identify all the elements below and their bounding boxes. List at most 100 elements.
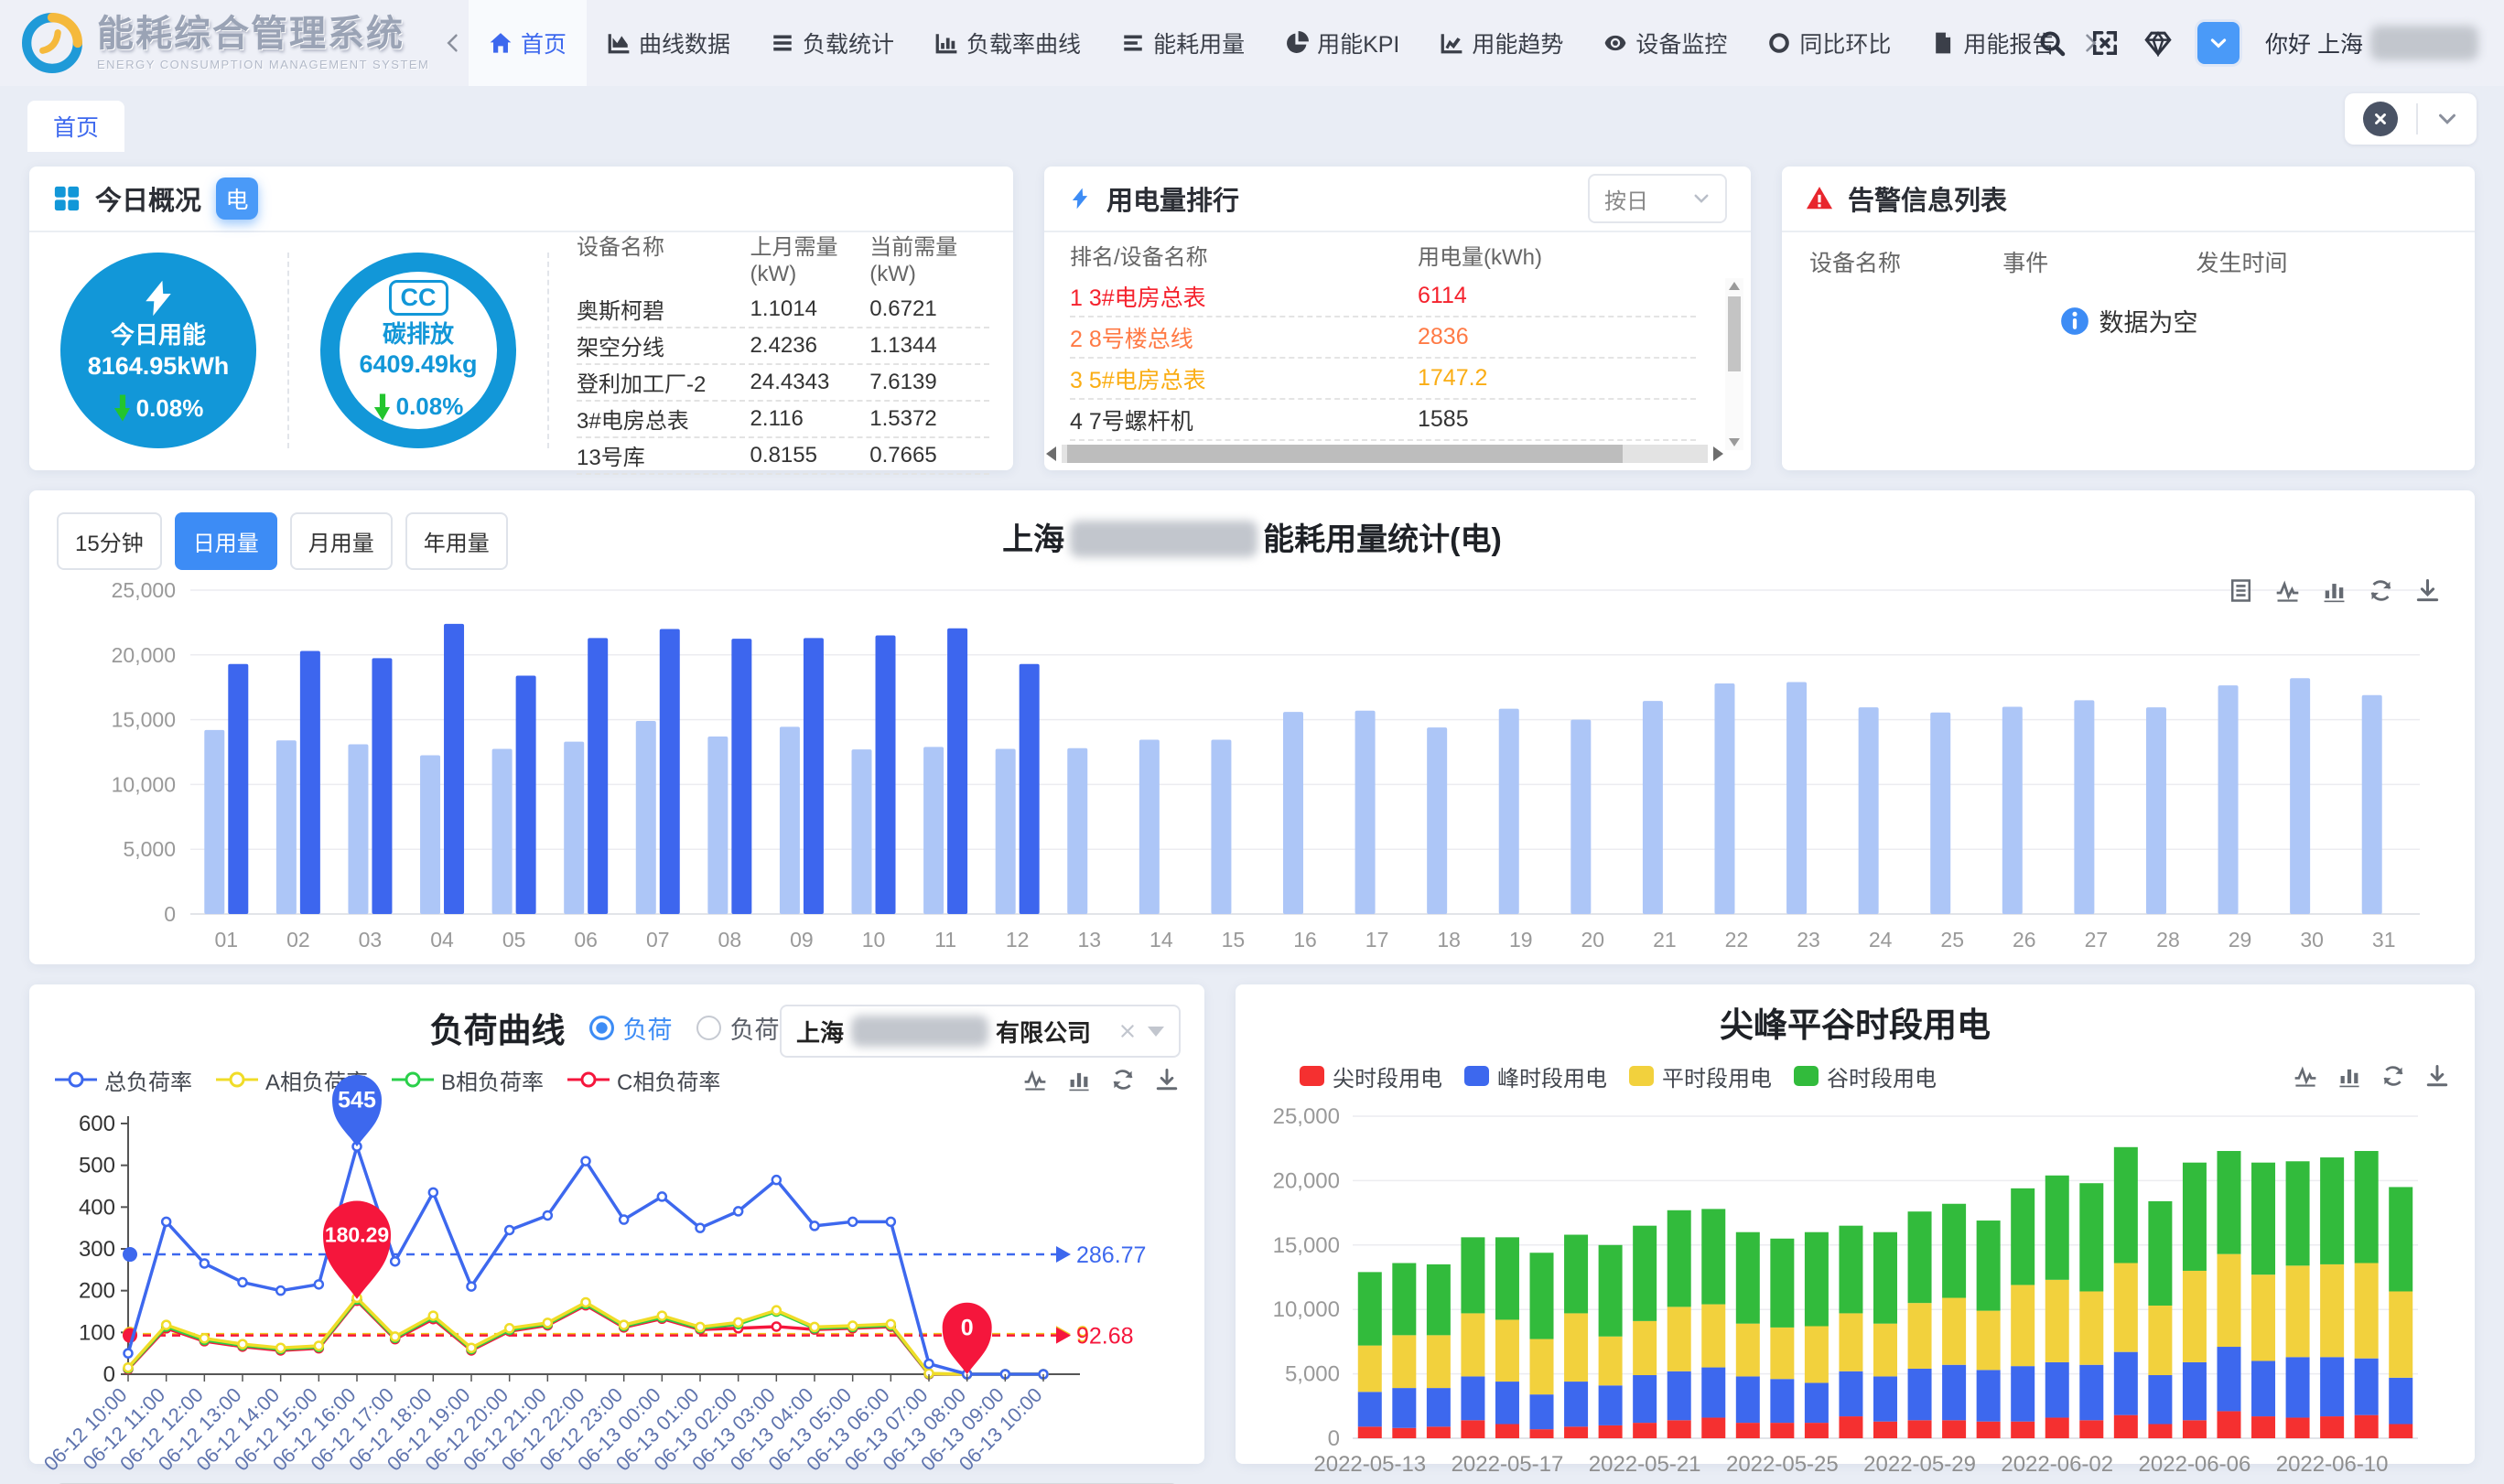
user-greeting: 你好 上海 [2265, 26, 2478, 60]
legend-item[interactable]: C相负荷率 [567, 1064, 720, 1096]
svg-text:26: 26 [2013, 928, 2036, 952]
svg-text:300: 300 [79, 1237, 115, 1262]
nav-item-trend[interactable]: 用能趋势 [1419, 0, 1583, 86]
energy-usage-chart-card: 15分钟日用量月用量年用量 上海能耗用量统计(电) 05,00010,00015… [29, 490, 2475, 964]
svg-text:23: 23 [1797, 928, 1820, 952]
horizontal-scrollbar[interactable] [1046, 443, 1723, 465]
legend-item[interactable]: 尖时段用电 [1300, 1060, 1442, 1092]
svg-text:04: 04 [430, 928, 454, 952]
app-logo: 能耗综合管理系统 ENERGY CONSUMPTION MANAGEMENT S… [0, 13, 437, 73]
svg-text:05: 05 [502, 928, 526, 952]
ranking-row: 1 3#电房总表 6114 [1070, 276, 1696, 317]
refresh-icon[interactable] [2381, 1064, 2405, 1088]
vertical-scrollbar[interactable] [1725, 278, 1743, 450]
legend-item[interactable]: 谷时段用电 [1794, 1060, 1937, 1092]
company-select[interactable]: 上海 有限公司 [780, 1005, 1181, 1058]
nav-item-energy-usage[interactable]: 能耗用量 [1101, 0, 1265, 86]
ranking-row: 3 5#电房总表 1747.2 [1070, 359, 1696, 400]
warning-icon [1806, 185, 1833, 212]
period-button[interactable]: 年用量 [405, 512, 508, 570]
svg-text:24: 24 [1869, 928, 1893, 952]
refresh-icon[interactable] [2369, 578, 2393, 603]
alarm-list-card: 告警信息列表 设备名称 事件 发生时间 数据为空 [1782, 167, 2475, 470]
chart-toolbox [2294, 1064, 2449, 1088]
svg-text:25,000: 25,000 [112, 578, 176, 602]
period-button[interactable]: 日用量 [175, 512, 277, 570]
line-toggle-icon[interactable] [2275, 578, 2300, 603]
svg-text:25: 25 [1940, 928, 1964, 952]
line-toggle-icon[interactable] [2294, 1064, 2317, 1088]
clear-select-icon[interactable] [1118, 1022, 1137, 1040]
svg-text:15,000: 15,000 [112, 708, 176, 732]
load-rate-icon [934, 31, 958, 55]
period-button[interactable]: 15分钟 [57, 512, 162, 570]
svg-text:180.29: 180.29 [325, 1223, 389, 1247]
line-toggle-icon[interactable] [1023, 1068, 1047, 1091]
data-view-icon[interactable] [2229, 578, 2253, 603]
chevron-left-icon[interactable] [443, 33, 463, 53]
nav-item-load-stats[interactable]: 负载统计 [750, 0, 914, 86]
svg-text:286.77: 286.77 [1076, 1242, 1146, 1268]
load-stats-icon [771, 31, 794, 55]
svg-text:25,000: 25,000 [1273, 1104, 1340, 1129]
demand-table: 设备名称上月需量(kW)当前需量(kW) 奥斯柯碧 1.1014 0.6721 … [549, 226, 1013, 475]
bar-toggle-icon[interactable] [1067, 1068, 1091, 1091]
svg-text:20,000: 20,000 [112, 643, 176, 667]
ranking-col-value: 用电量(kWh) [1418, 239, 1696, 271]
svg-text:2022-05-13: 2022-05-13 [1313, 1452, 1426, 1477]
svg-text:31: 31 [2372, 928, 2396, 952]
tab-tools [2345, 93, 2477, 145]
radio-load[interactable]: 负荷 [589, 1010, 673, 1046]
svg-text:21: 21 [1653, 928, 1677, 952]
close-all-tabs-button[interactable] [2363, 102, 2398, 136]
legend-item[interactable]: B相负荷率 [392, 1064, 544, 1096]
download-icon[interactable] [2415, 578, 2440, 603]
chevron-down-icon [1692, 189, 1711, 208]
download-icon[interactable] [1155, 1068, 1179, 1091]
legend-item[interactable]: 峰时段用电 [1464, 1060, 1607, 1092]
bar-toggle-icon[interactable] [2337, 1064, 2361, 1088]
search-icon[interactable] [2038, 29, 2066, 57]
load-curve-card: 负荷曲线 负荷 负荷率 上海 有限公司 [29, 984, 1204, 1464]
user-avatar[interactable] [2197, 22, 2240, 64]
nav-item-kpi[interactable]: 用能KPI [1265, 0, 1419, 86]
trend-icon [1440, 31, 1463, 55]
svg-text:92.68: 92.68 [1076, 1324, 1134, 1350]
fullscreen-icon[interactable] [2091, 29, 2119, 57]
svg-text:2022-05-21: 2022-05-21 [1589, 1452, 1701, 1477]
svg-text:08: 08 [718, 928, 742, 952]
electric-badge[interactable]: 电 [216, 177, 258, 220]
decrease-arrow-icon [113, 394, 132, 422]
svg-text:12: 12 [1006, 928, 1030, 952]
legend-item[interactable]: 总负荷率 [55, 1064, 192, 1096]
nav-item-yoy[interactable]: 同比环比 [1747, 0, 1911, 86]
legend-item[interactable]: 平时段用电 [1629, 1060, 1772, 1092]
tab-home[interactable]: 首页 [27, 101, 124, 152]
table-row: 登利加工厂-2 24.4343 7.6139 [577, 365, 989, 402]
table-row: 架空分线 2.4236 1.1344 [577, 328, 989, 365]
ranking-period-select[interactable]: 按日 [1588, 174, 1727, 223]
svg-text:10,000: 10,000 [112, 772, 176, 796]
empty-state: 数据为空 [1782, 303, 2475, 339]
nav-item-home[interactable]: 首页 [469, 0, 587, 86]
chart-toolbox [2229, 578, 2440, 603]
curve-data-icon [607, 31, 631, 55]
download-icon[interactable] [2425, 1064, 2449, 1088]
app-title: 能耗综合管理系统 [97, 16, 429, 52]
redacted-company-name [851, 1016, 988, 1047]
top-navbar: 能耗综合管理系统 ENERGY CONSUMPTION MANAGEMENT S… [0, 0, 2504, 86]
tabs-menu-chevron-icon[interactable] [2436, 108, 2458, 130]
bar-toggle-icon[interactable] [2322, 578, 2347, 603]
nav-item-curve-data[interactable]: 曲线数据 [587, 0, 750, 86]
gem-icon[interactable] [2144, 29, 2172, 57]
app-subtitle: ENERGY CONSUMPTION MANAGEMENT SYSTEM [97, 58, 429, 71]
refresh-icon[interactable] [1111, 1068, 1135, 1091]
decrease-arrow-icon [373, 393, 392, 421]
period-button[interactable]: 月用量 [290, 512, 393, 570]
tou-title: 尖峰平谷时段用电 [1256, 997, 2455, 1054]
svg-text:20: 20 [1581, 928, 1605, 952]
overview-title: 今日概况 [95, 179, 201, 218]
nav-item-monitor[interactable]: 设备监控 [1583, 0, 1747, 86]
nav-item-load-rate[interactable]: 负载率曲线 [914, 0, 1101, 86]
svg-text:100: 100 [79, 1320, 115, 1345]
